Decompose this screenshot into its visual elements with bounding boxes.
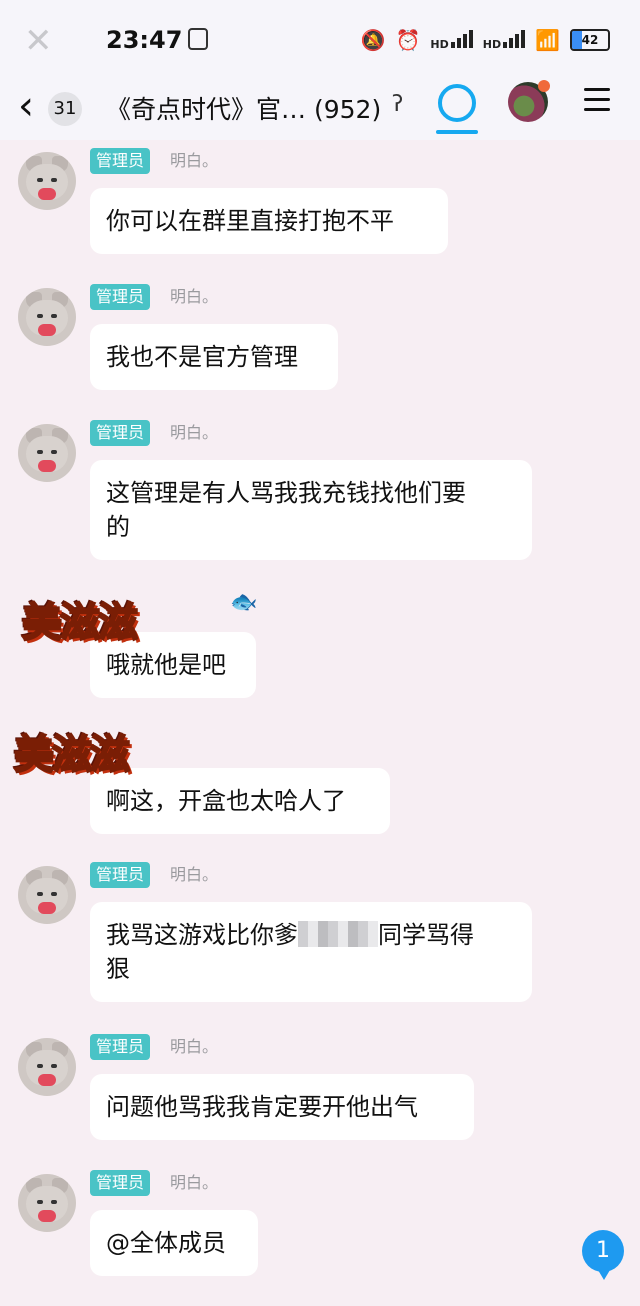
sender-name: 明白。 xyxy=(170,423,219,442)
time-text: 23:47 xyxy=(106,26,183,54)
role-badge: 管理员 xyxy=(90,148,151,174)
sticker-overlay: 美滋滋 xyxy=(21,598,139,647)
notification-dot xyxy=(538,80,550,92)
message-bubble[interactable]: 问题他骂我我肯定要开他出气 xyxy=(90,1074,474,1140)
role-badge: 管理员 xyxy=(90,1170,151,1196)
avatar[interactable] xyxy=(18,1038,76,1096)
battery-level: 42 xyxy=(581,33,599,47)
avatar[interactable] xyxy=(18,1174,76,1232)
wifi-icon: 📶 xyxy=(535,28,560,52)
unread-count-badge[interactable]: 31 xyxy=(48,92,82,126)
member-count: (952) xyxy=(313,95,382,124)
status-icons: 🔕 ⏰ HD HD 📶 42 xyxy=(361,28,610,52)
message-text-part: 同学骂得 xyxy=(378,921,474,949)
status-time: 23:47 xyxy=(106,26,209,54)
battery-icon: 42 xyxy=(570,29,610,51)
signal-icon-1: HD xyxy=(430,28,473,52)
fish-emoji-icon: 🐟 xyxy=(230,590,258,615)
notification-icon xyxy=(188,28,209,50)
active-tab-indicator xyxy=(436,130,478,134)
blurred-censor xyxy=(298,921,378,947)
message-line: 我骂这游戏比你爹 同学骂得 xyxy=(106,918,516,952)
message-line: 这管理是有人骂我我充钱找他们要 xyxy=(106,479,466,507)
sender-name: 明白。 xyxy=(170,1037,219,1056)
message-text-part: 我骂这游戏比你爹 xyxy=(106,921,298,949)
message-bubble[interactable]: 这管理是有人骂我我充钱找他们要 的 xyxy=(90,460,532,560)
chat-header: ‹ 31 《奇点时代》官… (952) ʔ xyxy=(0,80,640,140)
group-name: 《奇点时代》官… xyxy=(106,95,307,124)
message-line: 狠 xyxy=(106,955,130,983)
avatar[interactable] xyxy=(18,152,76,210)
avatar[interactable] xyxy=(18,866,76,924)
close-icon[interactable]: ✕ xyxy=(24,24,53,58)
role-badge: 管理员 xyxy=(90,862,151,888)
status-bar: ✕ 23:47 🔕 ⏰ HD HD 📶 42 xyxy=(0,0,640,80)
signal-label: HD xyxy=(482,38,502,51)
menu-icon[interactable] xyxy=(584,88,610,118)
back-icon[interactable]: ‹ xyxy=(18,86,34,126)
mute-icon: 🔕 xyxy=(360,28,386,52)
alarm-icon: ⏰ xyxy=(395,28,421,52)
message-bubble[interactable]: 我也不是官方管理 xyxy=(90,324,338,390)
sticker-overlay: 美滋滋 xyxy=(13,730,131,779)
role-badge: 管理员 xyxy=(90,420,151,446)
ear-icon: ʔ xyxy=(392,92,404,117)
sender-name: 明白。 xyxy=(170,287,219,306)
message-bubble[interactable]: 你可以在群里直接打抱不平 xyxy=(90,188,448,254)
sender-name: 明白。 xyxy=(170,1173,219,1192)
role-badge: 管理员 xyxy=(90,1034,151,1060)
role-badge: 管理员 xyxy=(90,284,151,310)
new-message-badge[interactable]: 1 xyxy=(582,1230,624,1280)
avatar[interactable] xyxy=(18,288,76,346)
message-line: 的 xyxy=(106,513,130,541)
chat-bubble-icon xyxy=(438,84,476,122)
chat-tab[interactable] xyxy=(436,82,478,134)
message-bubble[interactable]: 啊这，开盒也太哈人了 xyxy=(90,768,390,834)
sender-name: 明白。 xyxy=(170,865,219,884)
group-avatar[interactable] xyxy=(508,80,550,122)
message-bubble[interactable]: @全体成员 xyxy=(90,1210,258,1276)
avatar[interactable] xyxy=(18,424,76,482)
sender-name: 明白。 xyxy=(170,151,219,170)
signal-label: HD xyxy=(430,38,449,51)
group-title[interactable]: 《奇点时代》官… (952) xyxy=(106,90,381,126)
signal-icon-2: HD xyxy=(482,28,526,52)
message-bubble[interactable]: 我骂这游戏比你爹 同学骂得 狠 xyxy=(90,902,532,1002)
